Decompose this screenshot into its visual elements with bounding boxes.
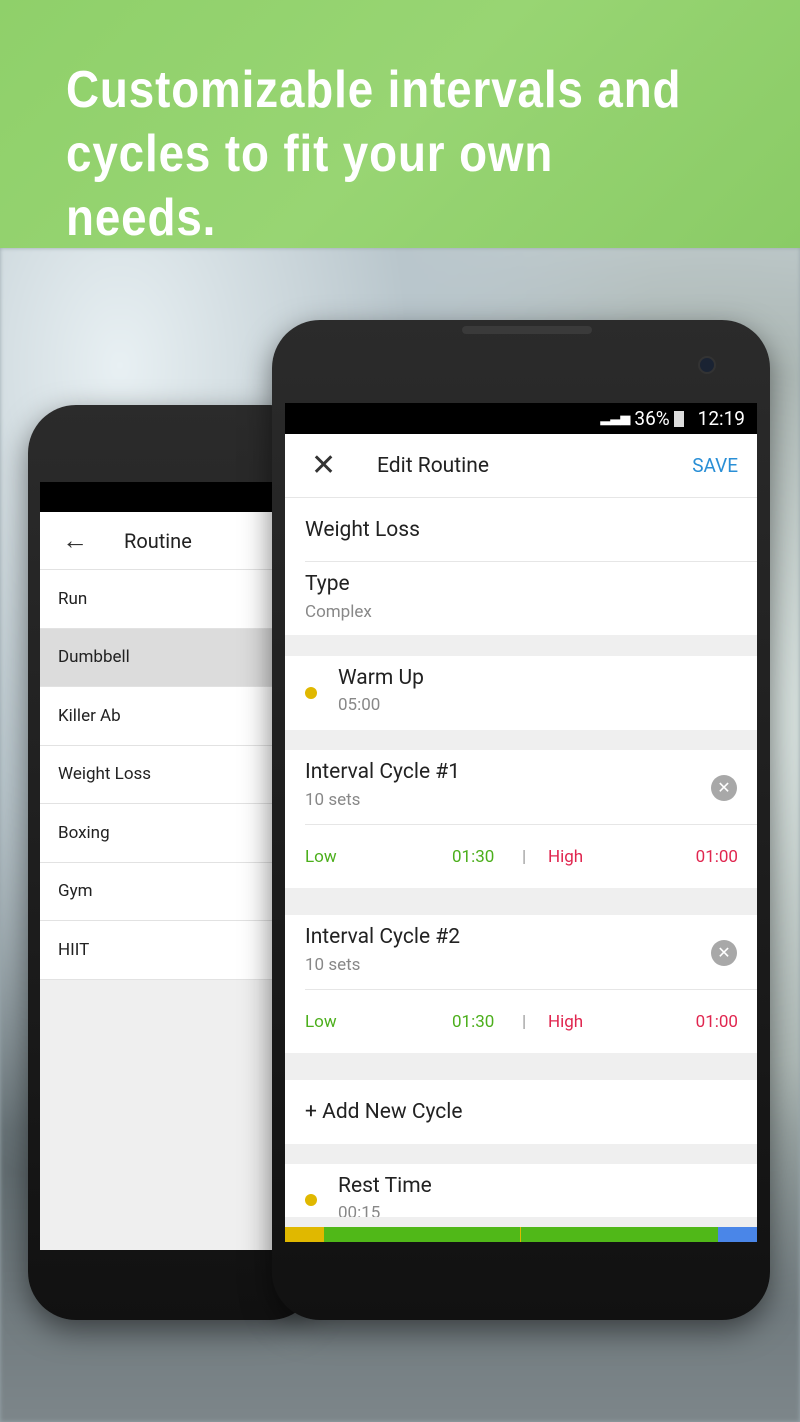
interval-cycle-card[interactable]: Interval Cycle #1 10 sets ✕ Low 01:30 | … — [285, 750, 757, 888]
battery-level: 36% — [634, 407, 670, 430]
headline: Customizable intervals and cycles to fit … — [66, 61, 682, 247]
remove-cycle-icon[interactable]: ✕ — [711, 775, 737, 801]
routine-item[interactable]: Boxing — [40, 804, 272, 863]
app-bar: ✕ Edit Routine SAVE — [285, 434, 757, 498]
page-title: Edit Routine — [377, 453, 489, 478]
interval-cycle-card[interactable]: Interval Cycle #2 10 sets ✕ Low 01:30 | … — [285, 915, 757, 1053]
rest-dot-icon — [305, 1194, 317, 1206]
signal-icon: ▂▃▅ — [600, 411, 631, 426]
timeline-cycle — [324, 1227, 520, 1242]
edit-screen: ✕ Edit Routine SAVE Weight Loss Type Com… — [285, 434, 757, 1242]
camera-icon — [698, 356, 716, 374]
left-screen: ← Routine Run Dumbbell Killer Ab Weight … — [40, 512, 272, 1250]
routine-item[interactable]: Weight Loss — [40, 746, 272, 804]
remove-cycle-icon[interactable]: ✕ — [711, 940, 737, 966]
add-cycle-button[interactable]: + Add New Cycle — [285, 1080, 757, 1144]
timeline-warmup — [285, 1227, 324, 1242]
routine-item[interactable]: Gym — [40, 863, 272, 921]
high-label: High — [548, 1011, 584, 1032]
high-time[interactable]: 01:00 — [696, 847, 738, 867]
type-field[interactable]: Type Complex — [285, 562, 757, 635]
timeline-cooldown — [718, 1227, 757, 1242]
high-label: High — [548, 846, 584, 867]
battery-icon — [673, 410, 684, 427]
low-time[interactable]: 01:30 — [452, 847, 522, 867]
timeline-bar — [285, 1227, 757, 1242]
close-icon[interactable]: ✕ — [311, 448, 377, 483]
high-time[interactable]: 01:00 — [696, 1012, 738, 1032]
routine-name-field[interactable]: Weight Loss — [305, 498, 757, 562]
clock: 12:19 — [697, 407, 745, 430]
low-time[interactable]: 01:30 — [452, 1012, 522, 1032]
routine-title: Routine — [124, 528, 192, 553]
left-status-bar — [40, 482, 272, 512]
warmup-dot-icon — [305, 687, 317, 699]
save-button[interactable]: SAVE — [692, 454, 738, 477]
low-label: Low — [305, 846, 337, 867]
warmup-item[interactable]: Warm Up 05:00 — [285, 656, 757, 730]
routine-item[interactable]: HIIT — [40, 921, 272, 980]
routine-header: ← Routine — [40, 512, 272, 570]
routine-item[interactable]: Killer Ab — [40, 687, 272, 746]
routine-item[interactable]: Run — [40, 570, 272, 629]
right-phone: ▂▃▅ 36% 12:19 ✕ Edit Routine SAVE Weight… — [272, 320, 770, 1320]
timeline-cycle — [521, 1227, 718, 1242]
status-bar: ▂▃▅ 36% 12:19 — [285, 403, 757, 434]
routine-item[interactable]: Dumbbell — [40, 628, 272, 687]
rest-time-item[interactable]: Rest Time 00:15 — [285, 1164, 757, 1217]
promo-banner: Customizable intervals and cycles to fit … — [0, 0, 800, 248]
speaker-grille — [462, 326, 592, 334]
arrow-left-icon[interactable]: ← — [62, 525, 124, 556]
low-label: Low — [305, 1011, 337, 1032]
